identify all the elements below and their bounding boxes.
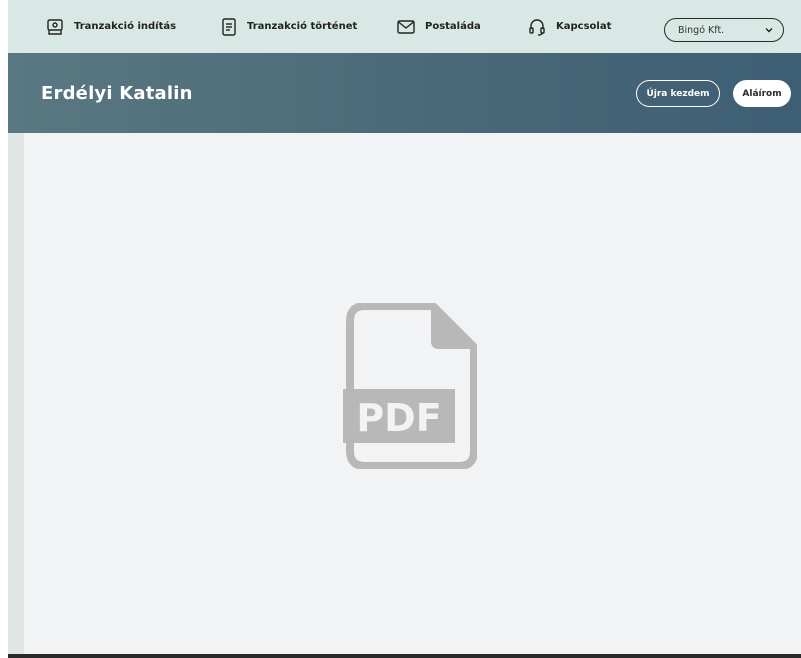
pdf-label: PDF	[356, 396, 441, 440]
company-select-value: Bingó Kft.	[678, 24, 725, 36]
nav-item-contact[interactable]: Kapcsolat	[528, 0, 611, 53]
viewer-left-strip	[8, 133, 24, 654]
page-header: Erdélyi Katalin Újra kezdem Aláírom	[8, 53, 801, 133]
nav-item-mailbox[interactable]: Postaláda	[397, 0, 481, 53]
nav-item-transaction-history[interactable]: Tranzakció történet	[221, 0, 357, 53]
company-select[interactable]: Bingó Kft.	[664, 18, 784, 42]
document-list-icon	[221, 17, 237, 36]
restart-button[interactable]: Újra kezdem	[636, 80, 720, 107]
nav-item-label: Postaláda	[425, 21, 481, 32]
nav-item-start-transaction[interactable]: Tranzakció indítás	[46, 0, 176, 53]
chevron-down-icon	[764, 25, 774, 38]
bottom-border	[8, 654, 801, 658]
nav-item-label: Tranzakció indítás	[74, 21, 177, 32]
nav-item-label: Kapcsolat	[556, 21, 612, 32]
page-title: Erdélyi Katalin	[41, 83, 193, 104]
pdf-file-icon: PDF	[343, 302, 478, 473]
nav-item-label: Tranzakció történet	[247, 21, 358, 32]
headset-icon	[528, 18, 546, 36]
top-navigation: Tranzakció indítás Tranzakció történet P…	[8, 0, 801, 53]
banknote-hand-icon	[46, 18, 64, 36]
envelope-icon	[397, 19, 415, 34]
sign-button[interactable]: Aláírom	[733, 80, 791, 107]
